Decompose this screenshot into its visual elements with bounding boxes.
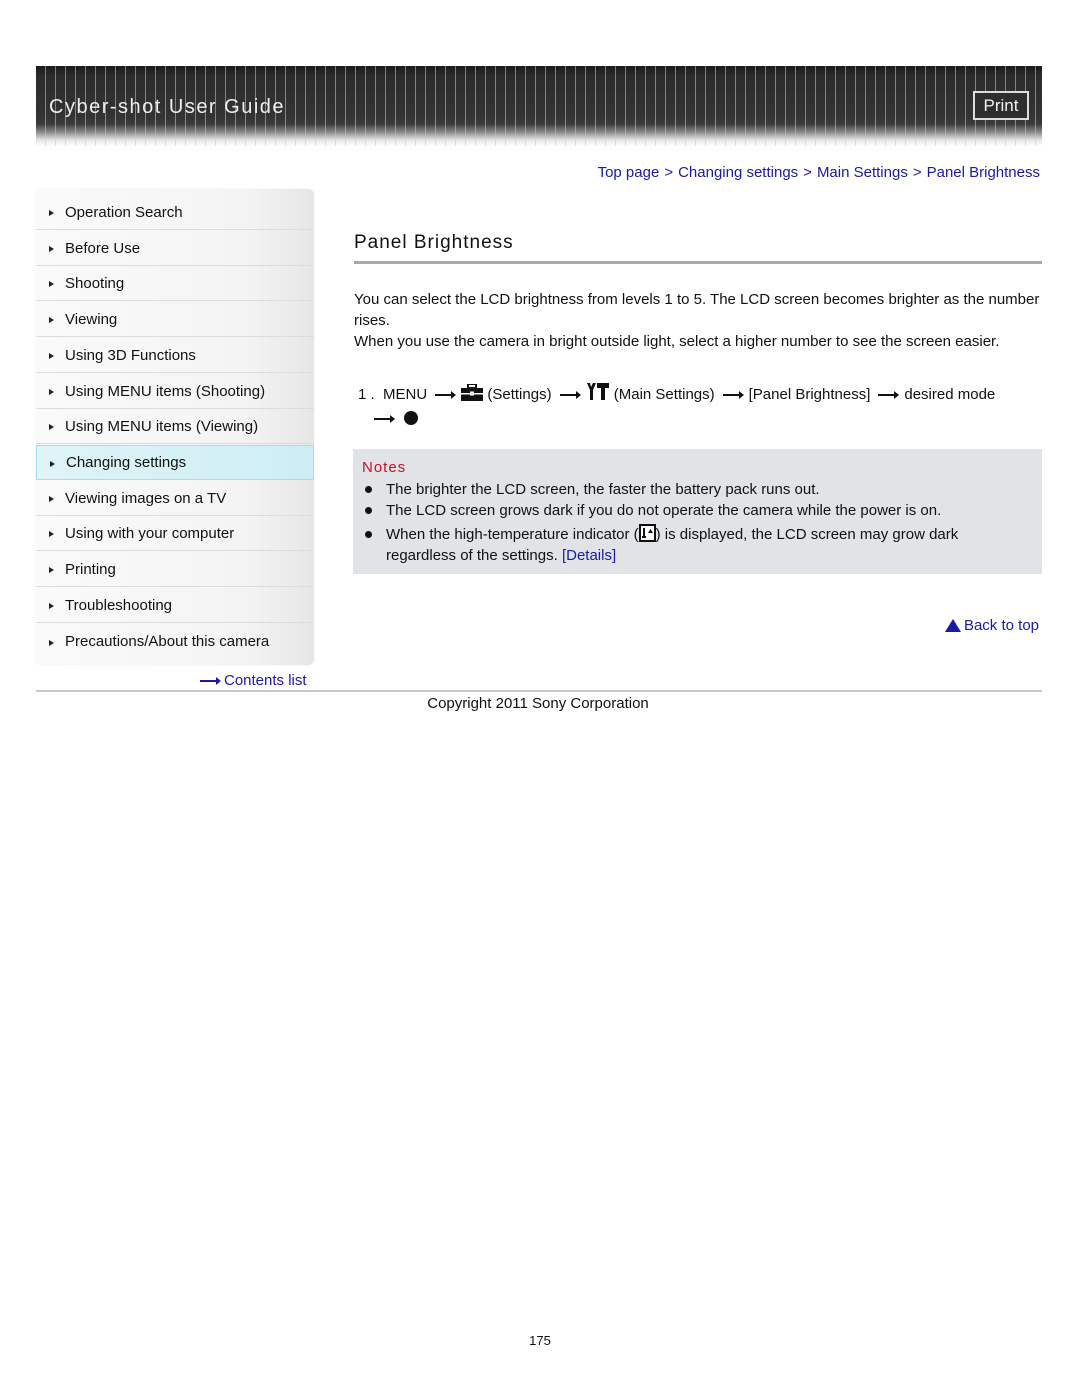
contents-list-link[interactable]: Contents list xyxy=(200,672,307,689)
toolbox-icon xyxy=(461,383,484,408)
sidebar-nav: Operation Search Before Use Shooting Vie… xyxy=(36,189,314,665)
bullet-icon xyxy=(365,486,372,493)
breadcrumb-separator: > xyxy=(912,164,922,181)
notes-title: Notes xyxy=(362,459,407,476)
sidebar-item-label: Before Use xyxy=(65,239,141,257)
copyright-text: Copyright 2011 Sony Corporation xyxy=(427,695,649,712)
back-to-top-link[interactable]: Back to top xyxy=(944,617,1039,634)
sidebar-item-label: Operation Search xyxy=(65,203,183,221)
arrow-right-icon xyxy=(200,676,221,685)
note-item: The brighter the LCD screen, the faster … xyxy=(365,479,1025,500)
menu-label: MENU xyxy=(383,386,428,403)
breadcrumb: Top page > Changing settings > Main Settings… xyxy=(598,164,1040,181)
triangle-right-icon xyxy=(49,317,54,323)
sidebar-item-label: Using with your computer xyxy=(65,524,235,542)
triangle-right-icon xyxy=(49,246,54,252)
note-text-part: When the high-temperature indicator ( xyxy=(386,526,639,543)
filled-circle-icon xyxy=(404,411,418,425)
sidebar-item-label: Printing xyxy=(65,560,116,578)
notes-box: Notes The brighter the LCD screen, the f… xyxy=(353,449,1042,574)
note-text: When the high-temperature indicator () i… xyxy=(386,524,1025,566)
intro-paragraph: When you use the camera in bright outsid… xyxy=(354,333,1000,350)
page-title: Panel Brightness xyxy=(354,232,514,253)
back-to-top-label: Back to top xyxy=(963,617,1039,634)
settings-label: (Settings) xyxy=(487,386,552,403)
bullet-icon xyxy=(365,507,372,514)
sidebar-item-precautions[interactable]: Precautions/About this camera xyxy=(36,624,314,659)
sidebar-item-operation-search[interactable]: Operation Search xyxy=(36,195,314,230)
sidebar-item-label: Viewing images on a TV xyxy=(65,489,227,507)
sidebar-item-label: Using MENU items (Viewing) xyxy=(65,417,259,435)
triangle-right-icon xyxy=(49,639,54,646)
breadcrumb-main-settings[interactable]: Main Settings xyxy=(817,164,908,181)
panel-brightness-label: [Panel Brightness] xyxy=(748,386,871,403)
footer-divider xyxy=(36,690,1042,692)
sidebar-item-changing-settings[interactable]: Changing settings xyxy=(36,445,314,480)
note-item: When the high-temperature indicator () i… xyxy=(365,524,1025,566)
breadcrumb-top-page[interactable]: Top page xyxy=(598,164,660,181)
sidebar-item-troubleshooting[interactable]: Troubleshooting xyxy=(36,588,314,623)
main-settings-label: (Main Settings) xyxy=(613,386,715,403)
print-button[interactable]: Print xyxy=(973,91,1029,120)
wrench-hammer-icon xyxy=(586,382,610,408)
sidebar-item-shooting[interactable]: Shooting xyxy=(36,266,314,301)
triangle-right-icon xyxy=(50,460,55,467)
intro-paragraph: You can select the LCD brightness from l… xyxy=(354,291,1040,329)
desired-mode-label: desired mode xyxy=(904,386,996,403)
triangle-right-icon xyxy=(49,496,54,502)
triangle-right-icon xyxy=(49,424,54,430)
triangle-up-icon xyxy=(944,619,961,632)
breadcrumb-changing-settings[interactable]: Changing settings xyxy=(678,164,798,181)
sidebar-item-label: Troubleshooting xyxy=(65,596,173,614)
high-temperature-icon xyxy=(638,524,656,542)
triangle-right-icon xyxy=(49,567,54,573)
sidebar-item-label: Using 3D Functions xyxy=(65,346,196,364)
header-banner: Cyber-shot User Guide Print xyxy=(36,66,1042,146)
sidebar-item-label: Changing settings xyxy=(66,454,187,471)
triangle-right-icon xyxy=(49,210,54,216)
guide-title: Cyber-shot User Guide xyxy=(49,96,286,118)
breadcrumb-separator: > xyxy=(664,164,674,181)
sidebar-item-label: Viewing xyxy=(65,310,118,328)
note-text: The LCD screen grows dark if you do not … xyxy=(386,502,942,519)
arrow-right-icon xyxy=(435,391,457,400)
sidebar-item-menu-shooting[interactable]: Using MENU items (Shooting) xyxy=(36,374,314,409)
sidebar-item-viewing[interactable]: Viewing xyxy=(36,302,314,337)
bullet-icon xyxy=(365,531,372,538)
procedure-step: 1 . MENU (Settings) (Main Settings) [Pane… xyxy=(358,382,1048,430)
triangle-right-icon xyxy=(49,389,54,395)
sidebar-item-label: Shooting xyxy=(65,274,125,292)
sidebar-item-using-with-computer[interactable]: Using with your computer xyxy=(36,516,314,551)
details-link[interactable]: [Details] xyxy=(562,547,616,564)
contents-list-label: Contents list xyxy=(224,672,307,689)
sidebar-item-printing[interactable]: Printing xyxy=(36,552,314,587)
sidebar-item-label: Precautions/About this camera xyxy=(65,633,270,650)
triangle-right-icon xyxy=(49,603,54,609)
arrow-right-icon xyxy=(722,391,744,400)
triangle-right-icon xyxy=(49,531,54,537)
triangle-right-icon xyxy=(49,281,54,287)
sidebar-item-before-use[interactable]: Before Use xyxy=(36,231,314,266)
breadcrumb-panel-brightness[interactable]: Panel Brightness xyxy=(927,164,1040,181)
sidebar-item-label: Using MENU items (Shooting) xyxy=(65,382,266,400)
breadcrumb-separator: > xyxy=(803,164,812,181)
arrow-right-icon xyxy=(559,391,581,400)
sidebar-item-using-3d-functions[interactable]: Using 3D Functions xyxy=(36,338,314,373)
step-number: 1 . xyxy=(358,386,375,403)
note-item: The LCD screen grows dark if you do not … xyxy=(365,500,1025,521)
title-divider xyxy=(354,261,1042,264)
arrow-right-icon xyxy=(878,391,900,400)
sidebar-item-menu-viewing[interactable]: Using MENU items (Viewing) xyxy=(36,409,314,444)
triangle-right-icon xyxy=(49,353,54,359)
page-number: 175 xyxy=(529,1333,551,1348)
sidebar-item-viewing-on-tv[interactable]: Viewing images on a TV xyxy=(36,481,314,516)
note-text: The brighter the LCD screen, the faster … xyxy=(386,481,820,498)
arrow-right-icon xyxy=(374,415,395,424)
